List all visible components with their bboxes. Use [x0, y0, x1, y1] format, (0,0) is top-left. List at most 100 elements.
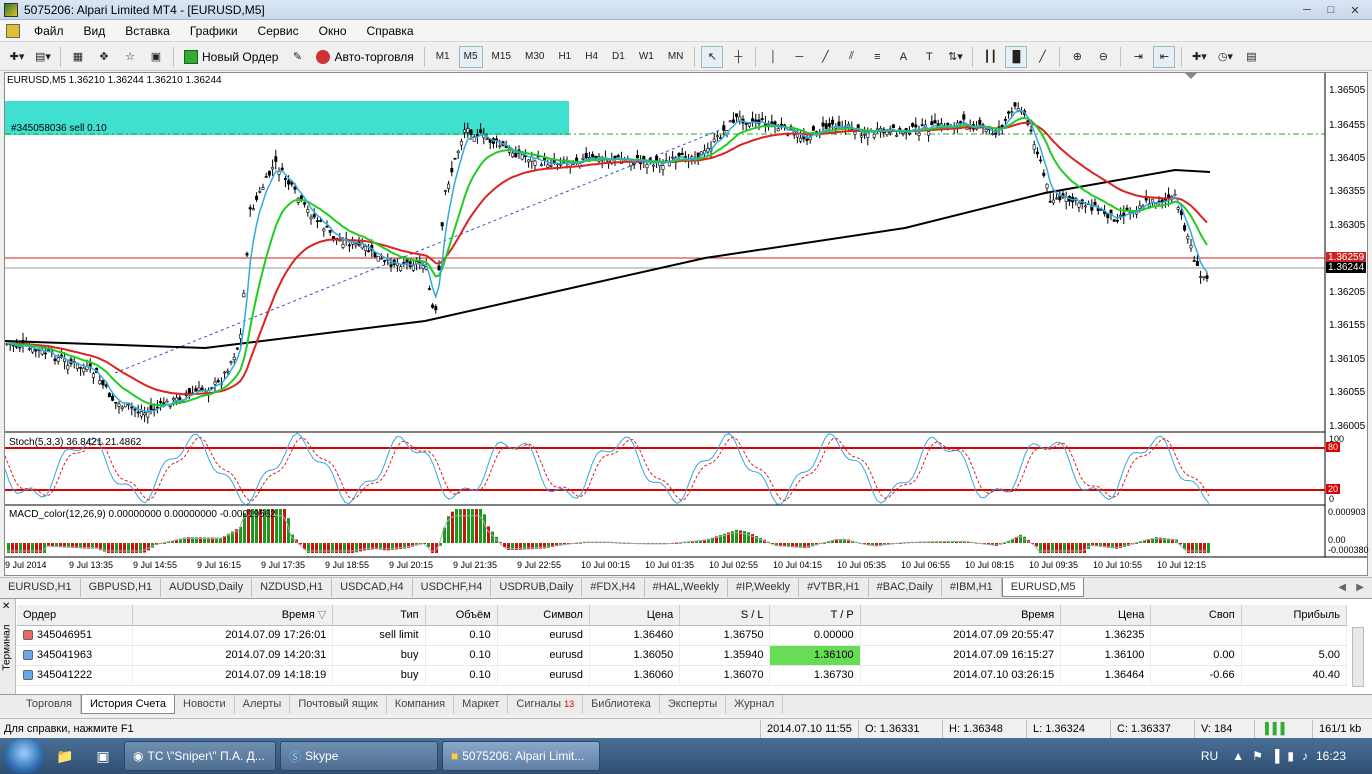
tab-journal[interactable]: Журнал	[726, 695, 784, 714]
col-profit[interactable]: Прибыль	[1241, 605, 1348, 626]
menu-file[interactable]: Файл	[24, 20, 74, 42]
chart-tab[interactable]: #IP,Weekly	[728, 578, 800, 597]
profiles-icon[interactable]: ▤▾	[32, 46, 54, 68]
chart-tab[interactable]: AUDUSD,Daily	[161, 578, 253, 597]
chart-tab[interactable]: EURUSD,H1	[0, 578, 81, 597]
timeframe-h4[interactable]: H4	[580, 46, 603, 68]
col-order[interactable]: Ордер	[17, 605, 133, 626]
col-close-time[interactable]: Время	[860, 605, 1062, 626]
chart-tab[interactable]: #BAC,Daily	[869, 578, 942, 597]
taskbar-item-mt4[interactable]: ■ 5075206: Alpari Limit...	[442, 741, 600, 771]
taskbar-clock[interactable]: 16:23	[1316, 749, 1346, 763]
text-icon[interactable]: A	[892, 46, 914, 68]
table-row[interactable]: 345041963 2014.07.09 14:20:31 buy 0.10 e…	[17, 645, 1348, 666]
minimize-button[interactable]: ─	[1296, 0, 1318, 20]
chart-shift-marker[interactable]	[1185, 73, 1197, 79]
menu-insert[interactable]: Вставка	[115, 20, 180, 42]
chart-tab[interactable]: USDRUB,Daily	[491, 578, 583, 597]
timeframe-m15[interactable]: M15	[487, 46, 516, 68]
chart-tab[interactable]: USDCAD,H4	[332, 578, 413, 597]
chart-tab[interactable]: #IBM,H1	[942, 578, 1002, 597]
strategy-tester-icon[interactable]: ▣	[145, 46, 167, 68]
arrows-icon[interactable]: ⇅▾	[944, 46, 966, 68]
tab-alerts[interactable]: Алерты	[235, 695, 291, 714]
timeframe-m1[interactable]: M1	[431, 46, 455, 68]
col-open-time[interactable]: Время ▽	[132, 605, 334, 626]
tab-company[interactable]: Компания	[387, 695, 455, 714]
price-chart[interactable]	[5, 73, 1367, 575]
horizontal-line-icon[interactable]: ─	[788, 46, 810, 68]
col-type[interactable]: Тип	[332, 605, 426, 626]
crosshair-icon[interactable]: ┼	[727, 46, 749, 68]
vertical-line-icon[interactable]: │	[762, 46, 784, 68]
taskbar-item-skype[interactable]: Ⓢ Skype	[280, 741, 438, 771]
candlestick-icon[interactable]: ▐▌	[1005, 45, 1028, 68]
chart-tab[interactable]: #FDX,H4	[582, 578, 645, 597]
tab-experts[interactable]: Эксперты	[660, 695, 727, 714]
battery-icon[interactable]: ▮	[1287, 749, 1294, 763]
meta-editor-icon[interactable]: ✎	[286, 46, 308, 68]
market-watch-icon[interactable]: ▦	[67, 46, 89, 68]
data-window-icon[interactable]: ☆	[119, 46, 141, 68]
network-icon[interactable]: ▐	[1271, 749, 1280, 763]
line-chart-icon[interactable]: ╱	[1031, 46, 1053, 68]
tab-account-history[interactable]: История Счета	[80, 695, 176, 714]
taskbar-item-document[interactable]: ◉ ТС \"Sniper\" П.А. Д...	[124, 741, 276, 771]
timeframe-w1[interactable]: W1	[634, 46, 659, 68]
menu-window[interactable]: Окно	[309, 20, 357, 42]
table-row[interactable]: 345046951 2014.07.09 17:26:01 sell limit…	[17, 625, 1348, 646]
timeframe-d1[interactable]: D1	[607, 46, 630, 68]
flag-icon[interactable]: ⚑	[1252, 749, 1263, 763]
indicators-icon[interactable]: ✚▾	[1188, 46, 1210, 68]
tab-signals[interactable]: Сигналы 13	[508, 695, 584, 714]
menu-charts[interactable]: Графики	[180, 20, 248, 42]
channel-icon[interactable]: ⫽	[840, 46, 862, 68]
chart-tab[interactable]: #VTBR,H1	[799, 578, 869, 597]
periods-icon[interactable]: ◷▾	[1214, 46, 1236, 68]
navigator-icon[interactable]: ✥	[93, 46, 115, 68]
col-close-price[interactable]: Цена	[1060, 605, 1152, 626]
tab-scroll-left-icon[interactable]: ◀	[1338, 582, 1346, 593]
terminal-scrollbar[interactable]	[1352, 627, 1364, 687]
volume-icon[interactable]: ♪	[1302, 749, 1308, 763]
chart-tab[interactable]: #HAL,Weekly	[645, 578, 729, 597]
col-open-price[interactable]: Цена	[589, 605, 681, 626]
close-icon[interactable]: ✕	[2, 601, 10, 612]
tab-mailbox[interactable]: Почтовый ящик	[290, 695, 387, 714]
trendline-icon[interactable]: ╱	[814, 46, 836, 68]
explorer-icon[interactable]: 📁	[48, 741, 82, 771]
chart-window-icon[interactable]	[6, 23, 20, 38]
timeframe-m30[interactable]: M30	[520, 46, 549, 68]
bar-chart-icon[interactable]: ┃┃	[979, 46, 1001, 68]
col-symbol[interactable]: Символ	[497, 605, 590, 626]
col-tp[interactable]: T / P	[769, 605, 861, 626]
tab-trade[interactable]: Торговля	[18, 695, 81, 714]
trendline[interactable]	[114, 127, 726, 374]
window-switch-icon[interactable]: ▣	[86, 741, 120, 771]
cursor-icon[interactable]: ↖	[701, 45, 724, 68]
autoscroll-icon[interactable]: ⇥	[1127, 46, 1149, 68]
autotrading-button[interactable]: Авто-торговля	[310, 46, 419, 68]
language-indicator[interactable]: RU	[1201, 749, 1218, 763]
col-volume[interactable]: Объём	[425, 605, 498, 626]
col-sl[interactable]: S / L	[679, 605, 771, 626]
timeframe-m5[interactable]: M5	[458, 45, 483, 68]
chart-tab[interactable]: USDCHF,H4	[413, 578, 492, 597]
chart-tab[interactable]: GBPUSD,H1	[81, 578, 162, 597]
menu-tools[interactable]: Сервис	[248, 20, 309, 42]
templates-icon[interactable]: ▤	[1240, 46, 1262, 68]
zoom-out-icon[interactable]: ⊖	[1092, 46, 1114, 68]
new-chart-icon[interactable]: ✚▾	[6, 46, 28, 68]
zoom-in-icon[interactable]: ⊕	[1066, 46, 1088, 68]
tab-news[interactable]: Новости	[175, 695, 235, 714]
tray-expand-icon[interactable]: ▲	[1232, 749, 1244, 763]
menu-view[interactable]: Вид	[74, 20, 116, 42]
connection-icon[interactable]: ▐▐▐	[1254, 719, 1312, 738]
tab-market[interactable]: Маркет	[454, 695, 509, 714]
close-button[interactable]: ✕	[1344, 0, 1366, 20]
chart-shift-icon[interactable]: ⇤	[1153, 45, 1176, 68]
maximize-button[interactable]: □	[1320, 0, 1342, 20]
chart-window[interactable]: EURUSD,M5 1.36210 1.36244 1.36210 1.3624…	[4, 72, 1369, 576]
fibonacci-icon[interactable]: ≡	[866, 46, 888, 68]
text-label-icon[interactable]: T	[918, 46, 940, 68]
